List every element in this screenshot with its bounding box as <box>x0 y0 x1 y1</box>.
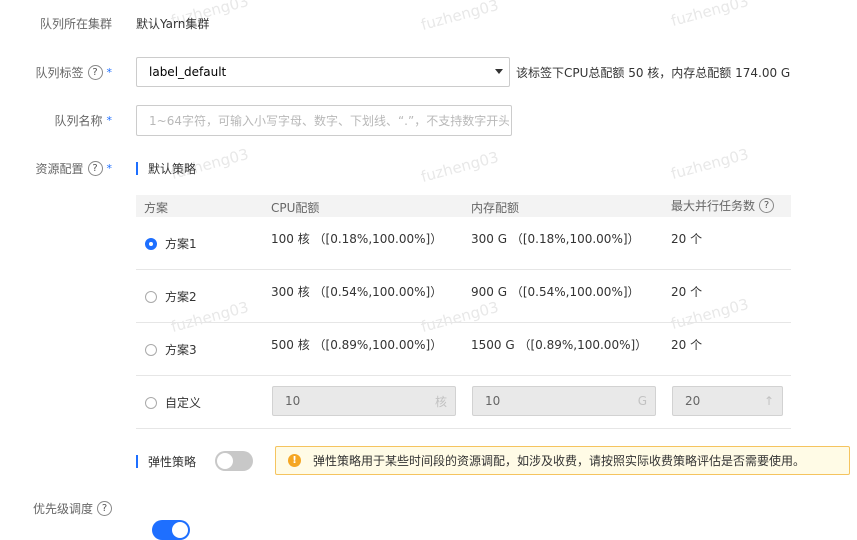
row-divider <box>136 428 791 429</box>
max-tasks: 20 个 <box>671 232 703 246</box>
required-mark: * <box>106 162 113 175</box>
header-plan: 方案 <box>144 201 169 215</box>
name-label: 队列名称 * <box>8 112 112 129</box>
priority-label-text: 优先级调度 <box>32 502 93 516</box>
mem-quota: 900 G （[0.54%,100.00%]） <box>471 285 640 299</box>
max-tasks: 20 个 <box>671 285 703 299</box>
mem-quota: 300 G （[0.18%,100.00%]） <box>471 232 640 246</box>
plan-option-3[interactable]: 方案3 <box>145 341 197 358</box>
custom-mem-input: 10 G <box>472 386 656 416</box>
mem-quota: 1500 G （[0.89%,100.00%]） <box>471 338 648 352</box>
watermark: fuzheng03 <box>419 148 501 186</box>
header-mem: 内存配额 <box>471 201 520 215</box>
max-tasks: 20 个 <box>671 338 703 352</box>
help-icon[interactable]: ? <box>87 65 103 80</box>
watermark: fuzheng03 <box>669 295 751 333</box>
watermark: fuzheng03 <box>669 145 751 183</box>
watermark: fuzheng03 <box>419 298 501 336</box>
watermark: fuzheng03 <box>669 0 751 30</box>
required-mark: * <box>106 66 113 79</box>
header-max-tasks-text: 最大并行任务数 <box>671 199 756 213</box>
plan-label: 自定义 <box>165 396 202 410</box>
priority-toggle[interactable] <box>152 520 190 540</box>
warning-icon: ! <box>288 454 301 467</box>
row-divider <box>136 269 791 270</box>
help-icon[interactable]: ? <box>87 161 103 176</box>
cluster-label-text: 队列所在集群 <box>39 17 112 31</box>
elastic-policy-title: 弹性策略 <box>136 453 196 470</box>
tag-select-value: label_default <box>149 65 227 79</box>
plan-label: 方案3 <box>165 343 197 357</box>
row-divider <box>136 322 791 323</box>
elastic-policy-text: 弹性策略 <box>148 455 197 469</box>
radio-icon[interactable] <box>145 290 157 303</box>
tag-quota-note: 该标签下CPU总配额 50 核，内存总配额 174.00 G <box>516 66 791 80</box>
default-policy-title: 默认策略 <box>136 160 196 177</box>
header-max-tasks: 最大并行任务数 ? <box>671 197 775 214</box>
resource-label-text: 资源配置 <box>35 162 84 176</box>
row-divider <box>136 375 791 376</box>
custom-cpu-value: 10 <box>285 394 301 408</box>
watermark: fuzheng03 <box>419 0 501 34</box>
tag-label-text: 队列标签 <box>35 66 84 80</box>
toggle-knob <box>172 522 188 538</box>
radio-icon[interactable] <box>145 343 157 356</box>
mem-unit: G <box>637 394 647 408</box>
plan-label: 方案1 <box>165 237 197 251</box>
plan-label: 方案2 <box>165 290 197 304</box>
priority-label: 优先级调度 ? <box>8 500 112 517</box>
cpu-quota: 100 核 （[0.18%,100.00%]） <box>271 232 443 246</box>
help-icon[interactable]: ? <box>759 198 775 213</box>
plan-option-2[interactable]: 方案2 <box>145 288 197 305</box>
custom-tasks-input: 20 ↑ <box>672 386 783 416</box>
cpu-unit: 核 <box>434 394 447 409</box>
header-cpu: CPU配额 <box>271 201 320 215</box>
tag-select[interactable]: label_default <box>136 57 510 87</box>
elastic-policy-toggle[interactable] <box>215 451 253 471</box>
custom-mem-value: 10 <box>485 394 501 408</box>
custom-cpu-input: 10 核 <box>272 386 456 416</box>
queue-name-input[interactable] <box>136 105 512 136</box>
radio-icon[interactable] <box>145 396 157 409</box>
custom-tasks-value: 20 <box>685 394 701 408</box>
cluster-value: 默认Yarn集群 <box>136 17 210 31</box>
resource-label: 资源配置 ? * <box>8 160 112 177</box>
plan-option-custom[interactable]: 自定义 <box>145 394 201 411</box>
help-icon[interactable]: ? <box>97 501 112 516</box>
plan-option-1[interactable]: 方案1 <box>145 235 197 252</box>
arrow-up-icon: ↑ <box>763 394 774 408</box>
cluster-label: 队列所在集群 <box>8 15 112 32</box>
caret-down-icon <box>495 69 503 74</box>
toggle-knob <box>217 453 233 469</box>
tag-label: 队列标签 ? * <box>8 64 112 81</box>
section-bar <box>136 162 138 175</box>
radio-selected-icon[interactable] <box>145 237 157 250</box>
section-bar <box>136 455 138 468</box>
cpu-quota: 500 核 （[0.89%,100.00%]） <box>271 338 443 352</box>
default-policy-text: 默认策略 <box>148 162 197 176</box>
elastic-policy-alert: ! 弹性策略用于某些时间段的资源调配，如涉及收费，请按照实际收费策略评估是否需要… <box>275 446 850 475</box>
cpu-quota: 300 核 （[0.54%,100.00%]） <box>271 285 443 299</box>
alert-text: 弹性策略用于某些时间段的资源调配，如涉及收费，请按照实际收费策略评估是否需要使用… <box>313 454 806 468</box>
table-header: 方案 CPU配额 内存配额 最大并行任务数 ? <box>136 195 791 217</box>
required-mark: * <box>106 114 113 127</box>
name-label-text: 队列名称 <box>54 114 103 128</box>
